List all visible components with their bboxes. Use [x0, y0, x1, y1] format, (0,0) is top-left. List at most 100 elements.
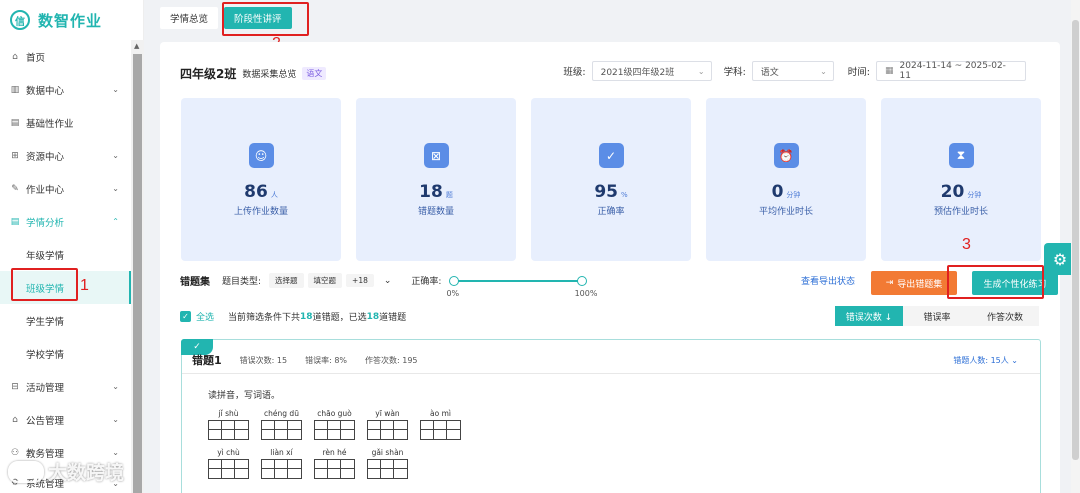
sidebar-item-grade-analysis[interactable]: 年级学情	[0, 238, 131, 271]
sort-wrong-rate[interactable]: 错误率	[903, 306, 971, 326]
pinyin-item: yì chù	[208, 448, 249, 479]
scroll-up-arrow[interactable]: ▲	[134, 42, 139, 50]
stat-card-est-duration: ⧗ 20 分钟 预估作业时长	[881, 98, 1041, 261]
sidebar-item-student-analysis[interactable]: 学生学情	[0, 304, 131, 337]
logo: 信 数智作业	[0, 0, 143, 40]
stat-unit: 分钟	[786, 191, 801, 199]
wrong-people-toggle[interactable]: 错题人数: 15人 ⌄	[953, 355, 1018, 366]
user-icon: ⚇	[10, 447, 20, 458]
slider-rail	[452, 279, 585, 282]
chevron-up-icon: ⌃	[112, 217, 119, 226]
accuracy-range-slider[interactable]: 0% 100%	[446, 275, 597, 298]
question-wrong-rate: 错误率: 8%	[305, 355, 348, 365]
sidebar-scrollbar[interactable]: ▲	[131, 40, 144, 493]
sidebar-menu: ⌂ 首页 ▥ 数据中心 ⌄ ▤ 基础性作业 ⊞ 资源中心 ⌄ ✎ 作业中心 ⌄ ▤ 学情分析 ⌃ 年…	[0, 40, 131, 493]
page-scroll-thumb[interactable]	[1072, 20, 1079, 460]
type-chip-choice[interactable]: 选择题	[269, 273, 304, 288]
sort-wrong-count[interactable]: 错误次数 ↓	[835, 306, 903, 326]
stat-unit: %	[621, 191, 628, 199]
select-all-checkbox[interactable]: ✓	[180, 311, 191, 322]
slider-max-label: 100%	[574, 288, 598, 298]
pinyin-text: jǐ shù	[218, 409, 239, 418]
slider-handle-min[interactable]	[449, 275, 460, 286]
pinyin-text: gǎi shàn	[371, 448, 404, 457]
watermark: 大数跨境	[8, 458, 124, 485]
stat-value: 95	[594, 182, 618, 202]
stat-value: 86	[244, 182, 268, 202]
pinyin-item: yī wàn	[367, 409, 408, 440]
question-card[interactable]: ✓ 错题1 错误次数: 15 错误率: 8% 作答次数: 195 错题人数: 1…	[181, 339, 1041, 493]
accuracy-label: 正确率:	[411, 277, 442, 287]
export-icon: ⇥	[885, 278, 894, 288]
sidebar-item-homework-center[interactable]: ✎ 作业中心 ⌄	[0, 172, 131, 205]
select-all-label[interactable]: 全选	[196, 310, 214, 323]
annotation-box-class-analysis	[11, 268, 78, 301]
selection-summary: ✓ 全选 当前筛选条件下共 18 道错题，已选 18 道错题	[180, 310, 406, 323]
error-book-icon: ⊠	[423, 143, 449, 168]
edit-icon: ✎	[11, 183, 19, 194]
class-select[interactable]: 2021级四年级2班 ⌄	[591, 61, 712, 81]
stat-card-accuracy: ✓ 95% 正确率	[531, 98, 691, 261]
subject-label: 学科:	[723, 67, 746, 78]
app-title: 数智作业	[38, 11, 103, 30]
writing-grid	[367, 420, 408, 440]
watermark-logo-icon	[8, 460, 44, 483]
export-error-set-button[interactable]: ⇥ 导出错题集	[871, 271, 957, 295]
subject-badge: 语文	[302, 67, 327, 80]
slider-handle-max[interactable]	[577, 275, 588, 286]
tab-overview[interactable]: 学情总览	[160, 7, 219, 29]
calendar-icon: ▦	[885, 66, 894, 76]
annotation-number-1: 1	[80, 277, 89, 294]
chevron-down-icon: ⌄	[820, 66, 827, 76]
chevron-down-icon[interactable]: ⌄	[384, 276, 392, 286]
pinyin-text: chéng dū	[264, 409, 299, 418]
users-icon: ☺	[248, 143, 274, 168]
sidebar-item-resource-center[interactable]: ⊞ 资源中心 ⌄	[0, 139, 131, 172]
main-card: 四年级2班 数据采集总览 语文 班级: 2021级四年级2班 ⌄ 学科: 语文 ⌄ …	[160, 42, 1060, 493]
class-title: 四年级2班	[180, 67, 237, 81]
sidebar-scroll-thumb[interactable]	[133, 54, 142, 493]
pinyin-item: gǎi shàn	[367, 448, 408, 479]
annotation-box-stage-review-tab	[222, 2, 309, 36]
bar-chart-icon: ▥	[10, 84, 20, 95]
chevron-down-icon: ⌄	[112, 382, 119, 391]
sidebar-item-home[interactable]: ⌂ 首页	[0, 40, 131, 73]
chevron-down-icon: ⌄	[112, 184, 119, 193]
stat-unit: 人	[270, 191, 278, 199]
pinyin-row: jǐ shù chéng dū chāo guò yī wàn ào mì	[208, 409, 461, 440]
sidebar-item-basic-homework[interactable]: ▤ 基础性作业	[0, 106, 131, 139]
pinyin-item: liàn xí	[261, 448, 302, 479]
view-export-status-link[interactable]: 查看导出状态	[801, 274, 855, 287]
error-set-title: 错题集	[180, 277, 210, 288]
time-label: 时间:	[847, 67, 870, 78]
question-header: 错题1 错误次数: 15 错误率: 8% 作答次数: 195 错题人数: 15人…	[192, 352, 1030, 368]
chevron-down-icon: ⌄	[112, 448, 119, 457]
type-chip-fill[interactable]: 填空题	[307, 273, 343, 288]
home-icon: ⌂	[12, 51, 18, 62]
writing-grid	[261, 420, 302, 440]
type-chip-more[interactable]: +18	[346, 274, 374, 287]
sidebar-item-learning-analysis[interactable]: ▤ 学情分析 ⌃	[0, 205, 131, 238]
sidebar-item-school-analysis[interactable]: 学校学情	[0, 337, 131, 370]
title-subtitle: 数据采集总览	[242, 70, 297, 80]
stat-label: 预估作业时长	[933, 207, 988, 217]
notice-icon: ⌂	[12, 414, 18, 425]
page-scrollbar[interactable]	[1071, 0, 1080, 493]
alarm-icon: ⏰	[773, 143, 799, 168]
sidebar-item-activity-management[interactable]: ⊟ 活动管理 ⌄	[0, 370, 131, 403]
analysis-icon: ▤	[10, 216, 20, 227]
question-body: 读拼音，写词语。 jǐ shù chéng dū chāo guò yī wàn…	[208, 388, 461, 479]
subject-select[interactable]: 语文 ⌄	[751, 61, 834, 81]
stat-label: 上传作业数量	[233, 207, 288, 217]
logo-icon: 信	[10, 10, 30, 30]
pinyin-text: chāo guò	[317, 409, 352, 418]
date-range-picker[interactable]: ▦ 2024-11-14 ~ 2025-02-11	[876, 61, 1026, 81]
writing-grid	[208, 420, 249, 440]
sidebar-item-notice-management[interactable]: ⌂ 公告管理 ⌄	[0, 403, 131, 436]
writing-grid	[314, 420, 355, 440]
annotation-box-generate-button	[947, 265, 1044, 299]
sidebar-item-data-center[interactable]: ▥ 数据中心 ⌄	[0, 73, 131, 106]
stat-card-wrong-questions: ⊠ 18 题 错题数量	[356, 98, 516, 261]
sort-answer-count[interactable]: 作答次数	[971, 306, 1039, 326]
pinyin-item: jǐ shù	[208, 409, 249, 440]
